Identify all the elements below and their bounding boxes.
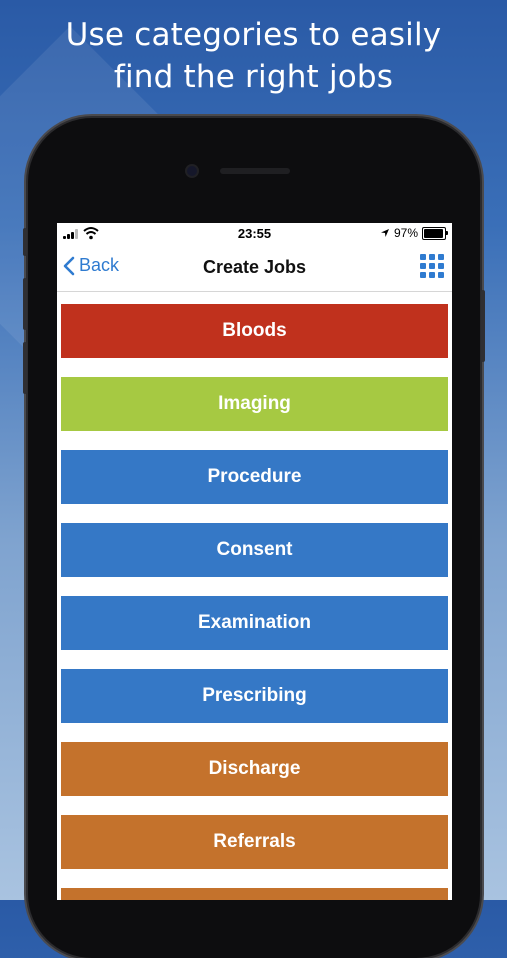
earpiece-speaker <box>220 168 290 174</box>
headline-line-1: Use categories to easily <box>65 17 442 53</box>
category-label: Referrals <box>213 831 296 852</box>
category-label: Bloods <box>222 320 287 341</box>
silent-switch <box>23 228 27 256</box>
category-button-imaging[interactable]: Imaging <box>61 377 448 431</box>
category-button-referrals[interactable]: Referrals <box>61 815 448 869</box>
navigation-bar: Back Create Jobs <box>57 245 452 292</box>
page-title: Create Jobs <box>202 257 307 277</box>
category-button-bloods[interactable]: Bloods <box>61 304 448 358</box>
category-label: Consent <box>216 539 293 560</box>
category-label: Discharge <box>208 758 301 779</box>
status-bar: 23:55 97% <box>57 223 452 245</box>
category-label: Procedure <box>207 466 302 487</box>
category-label: Imaging <box>218 393 291 414</box>
category-button-procedure[interactable]: Procedure <box>61 450 448 504</box>
app-screen: 23:55 97% Back Create Jobs Bloods Imagin… <box>57 223 452 900</box>
battery-area: 97% <box>380 226 448 240</box>
category-button-examination[interactable]: Examination <box>61 596 448 650</box>
category-label: Examination <box>198 612 311 633</box>
category-button-partial[interactable] <box>61 888 448 900</box>
category-button-prescribing[interactable]: Prescribing <box>61 669 448 723</box>
promo-headline: Use categories to easily find the right … <box>0 14 507 98</box>
volume-up-button <box>23 278 27 330</box>
category-button-discharge[interactable]: Discharge <box>61 742 448 796</box>
front-camera <box>187 166 197 176</box>
volume-down-button <box>23 342 27 394</box>
battery-percent: 97% <box>393 226 418 240</box>
category-list: Bloods Imaging Procedure Consent Examina… <box>61 304 448 900</box>
power-button <box>481 290 485 362</box>
headline-line-2: find the right jobs <box>113 59 394 95</box>
battery-icon <box>422 226 448 240</box>
grid-icon[interactable] <box>420 254 444 278</box>
category-label: Prescribing <box>202 685 307 706</box>
location-arrow-icon <box>380 229 389 237</box>
category-button-consent[interactable]: Consent <box>61 523 448 577</box>
